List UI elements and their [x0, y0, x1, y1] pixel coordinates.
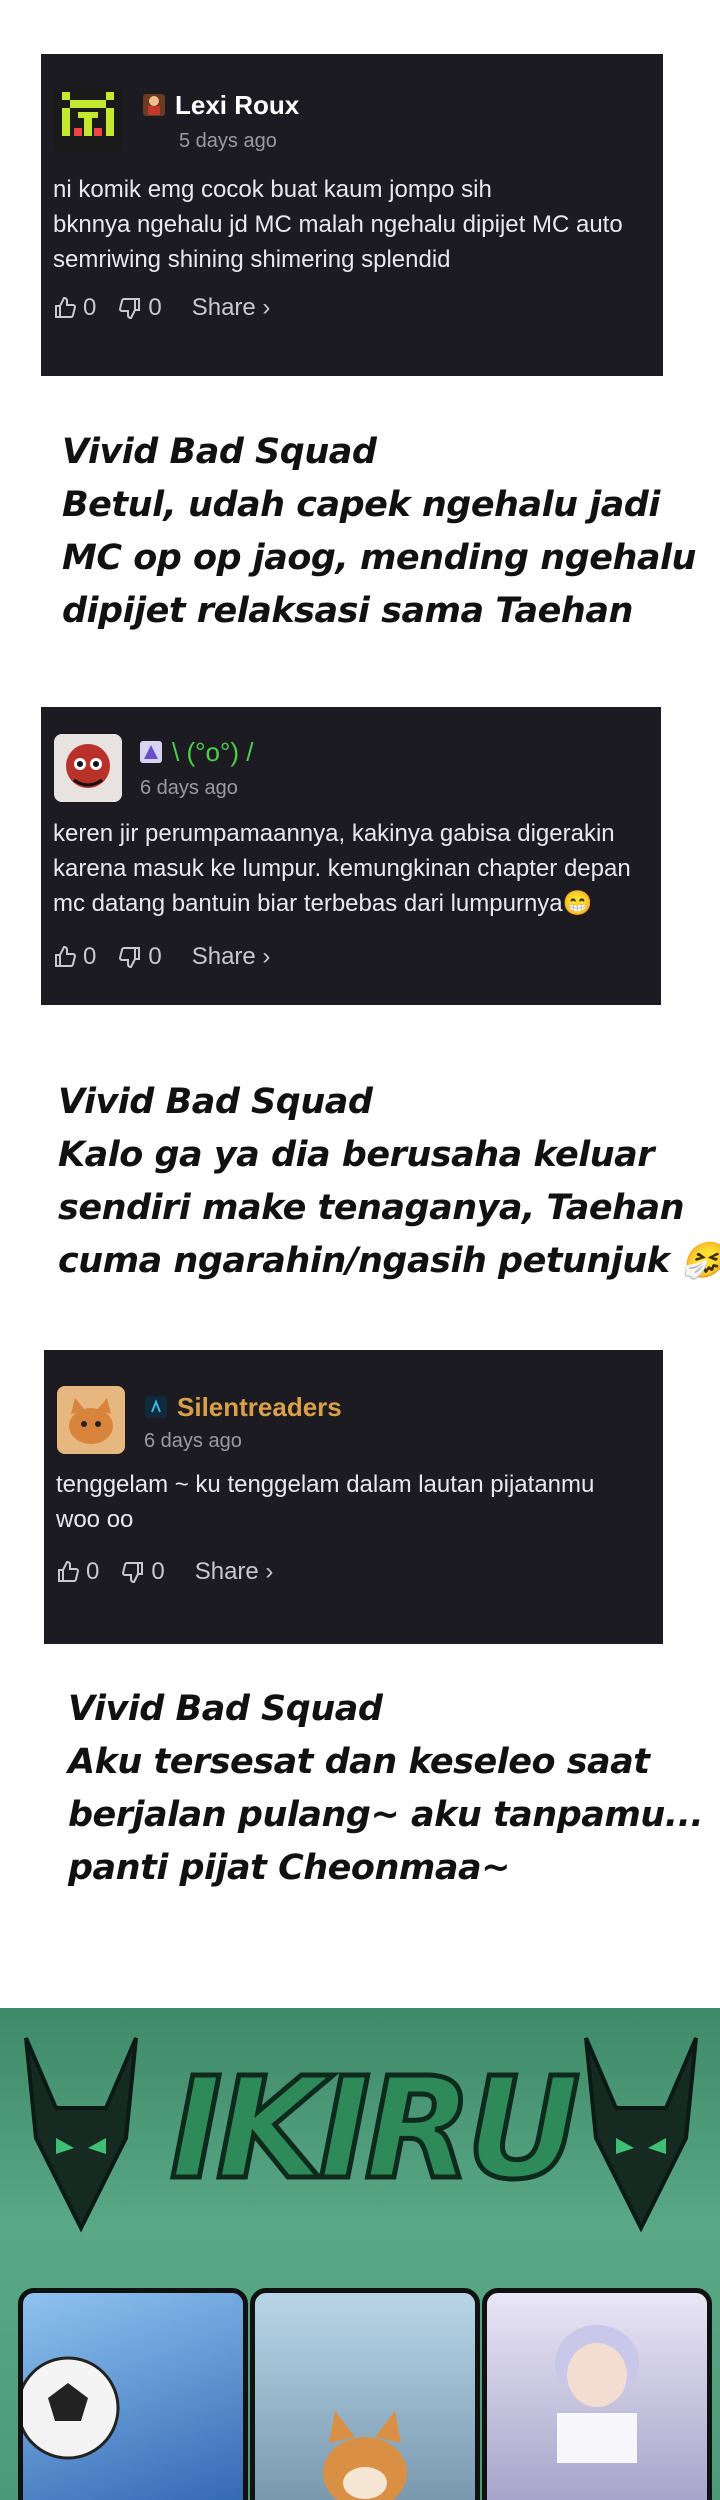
comment-card: \ (°o°) / 6 days ago keren jir perumpama…: [41, 707, 661, 1005]
thumbs-down-icon: [119, 947, 141, 969]
dislike-button[interactable]: 0: [118, 294, 162, 322]
comment-text: tenggelam ~ ku tenggelam dalam lautan pi…: [56, 1471, 595, 1533]
site-logo[interactable]: IKIRU: [168, 2046, 583, 2214]
dog-icon: [323, 2411, 407, 2500]
comment-actions: 0 0 Share ›: [53, 294, 270, 322]
character-badge-icon: [140, 741, 162, 763]
like-count: 0: [86, 1558, 100, 1585]
character-portrait-icon: [555, 2325, 639, 2463]
timestamp: 6 days ago: [144, 1430, 242, 1452]
dislike-button[interactable]: 0: [118, 943, 162, 971]
avatar[interactable]: [54, 734, 122, 802]
like-button[interactable]: 0: [53, 294, 96, 322]
thumbs-down-icon: [122, 1562, 144, 1584]
wolf-head-icon: [24, 2037, 138, 2233]
wolf-head-icon: [584, 2037, 698, 2233]
like-button[interactable]: 0: [56, 1558, 99, 1586]
character-badge-icon: [143, 94, 165, 116]
dislike-button[interactable]: 0: [121, 1558, 165, 1586]
reply-text: Vivid Bad Squad Betul, udah capek ngehal…: [62, 432, 696, 631]
avatar[interactable]: [54, 84, 122, 152]
thumbs-up-icon: [55, 296, 77, 318]
timestamp: 6 days ago: [140, 777, 238, 799]
share-button[interactable]: Share ›: [192, 943, 271, 971]
dislike-count: 0: [151, 1558, 165, 1585]
site-banner: IKIRU: [0, 2008, 720, 2500]
like-count: 0: [83, 294, 97, 321]
dislike-count: 0: [148, 294, 162, 321]
share-button[interactable]: Share ›: [192, 294, 271, 322]
username[interactable]: \ (°o°) /: [172, 737, 253, 768]
like-count: 0: [83, 943, 97, 970]
comment-actions: 0 0 Share ›: [56, 1558, 273, 1586]
manga-cover[interactable]: [250, 2288, 480, 2500]
comment-card: Lexi Roux 5 days ago ni komik emg cocok …: [41, 54, 663, 376]
share-button[interactable]: Share ›: [195, 1558, 274, 1586]
like-button[interactable]: 0: [53, 943, 96, 971]
username[interactable]: Lexi Roux: [175, 90, 299, 121]
avatar[interactable]: [57, 1386, 125, 1454]
reply-text: Vivid Bad Squad Kalo ga ya dia berusaha …: [58, 1082, 720, 1281]
thumbs-up-icon: [58, 1560, 80, 1582]
dislike-count: 0: [148, 943, 162, 970]
reply-text: Vivid Bad Squad Aku tersesat dan keseleo…: [68, 1689, 704, 1888]
comment-text: ni komik emg cocok buat kaum jompo sih b…: [53, 176, 623, 273]
comment-card: Silentreaders 6 days ago tenggelam ~ ku …: [44, 1350, 663, 1644]
username[interactable]: Silentreaders: [177, 1392, 342, 1423]
comment-actions: 0 0 Share ›: [53, 943, 270, 971]
pixel-avatar-icon: [54, 84, 122, 152]
thumbs-up-icon: [55, 945, 77, 967]
manga-cover[interactable]: [482, 2288, 712, 2500]
cat-avatar-icon: [57, 1386, 125, 1454]
comment-text: keren jir perumpamaannya, kakinya gabisa…: [53, 820, 631, 917]
character-avatar-icon: [54, 734, 122, 802]
manga-cover[interactable]: [18, 2288, 248, 2500]
thumbs-down-icon: [119, 298, 141, 320]
soccer-ball-icon: [23, 2356, 120, 2460]
rank-badge-icon: [145, 1396, 167, 1418]
timestamp: 5 days ago: [179, 130, 277, 152]
